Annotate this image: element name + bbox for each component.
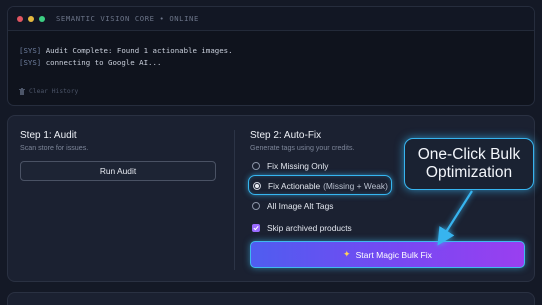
log-tag: [SYS] (19, 57, 42, 67)
radio-icon[interactable] (252, 202, 260, 210)
button-label: Start Magic Bulk Fix (355, 249, 432, 260)
option-fix-actionable[interactable]: Fix Actionable (Missing + Weak) (253, 181, 388, 191)
option-label: All Image Alt Tags (267, 201, 334, 211)
minimize-dot-icon[interactable] (28, 15, 34, 22)
callout-line-2: Optimization (425, 164, 513, 181)
clear-history-label: Clear History (29, 88, 79, 95)
column-divider (234, 130, 235, 270)
feature-callout: One-Click Bulk Optimization (404, 138, 534, 190)
step2-subtitle: Generate tags using your credits. (250, 144, 355, 152)
radio-checked-icon[interactable] (253, 182, 261, 190)
start-magic-bulk-fix-button[interactable]: ✦ Start Magic Bulk Fix (250, 241, 525, 268)
option-fix-missing[interactable]: Fix Missing Only (252, 161, 328, 171)
terminal-header: SEMANTIC VISION CORE • ONLINE (8, 7, 534, 31)
checkbox-checked-icon[interactable] (252, 224, 260, 232)
step1-subtitle: Scan store for issues. (20, 144, 89, 152)
skip-archived-checkbox[interactable]: Skip archived products (252, 223, 352, 233)
terminal-panel: SEMANTIC VISION CORE • ONLINE [SYS] Audi… (7, 6, 535, 106)
option-label: Fix Missing Only (267, 161, 329, 171)
log-tag: [SYS] (19, 46, 42, 55)
checkbox-label: Skip archived products (267, 223, 352, 233)
log-text: connecting to Google AI... (41, 57, 162, 67)
log-line: [SYS] connecting to Google AI... (19, 57, 534, 69)
close-dot-icon[interactable] (17, 15, 23, 22)
option-all-alt-tags[interactable]: All Image Alt Tags (252, 201, 333, 211)
terminal-title: SEMANTIC VISION CORE • ONLINE (56, 14, 199, 23)
trash-icon (19, 88, 25, 95)
terminal-log: [SYS] Audit Complete: Found 1 actionable… (8, 31, 534, 68)
log-line: [SYS] Audit Complete: Found 1 actionable… (19, 45, 534, 57)
maximize-dot-icon[interactable] (39, 15, 45, 22)
option-note: (Missing + Weak) (323, 181, 388, 191)
next-panel-edge (7, 292, 535, 305)
callout-line-1: One-Click Bulk (417, 146, 521, 163)
step1-title: Step 1: Audit (20, 130, 77, 141)
radio-icon[interactable] (252, 162, 260, 170)
sparkle-icon: ✦ (343, 249, 351, 259)
option-label: Fix Actionable (268, 181, 321, 191)
log-text: Audit Complete: Found 1 actionable image… (41, 46, 233, 55)
run-audit-button[interactable]: Run Audit (20, 161, 216, 181)
step2-title: Step 2: Auto-Fix (250, 130, 322, 141)
clear-history-button[interactable]: Clear History (19, 88, 78, 95)
